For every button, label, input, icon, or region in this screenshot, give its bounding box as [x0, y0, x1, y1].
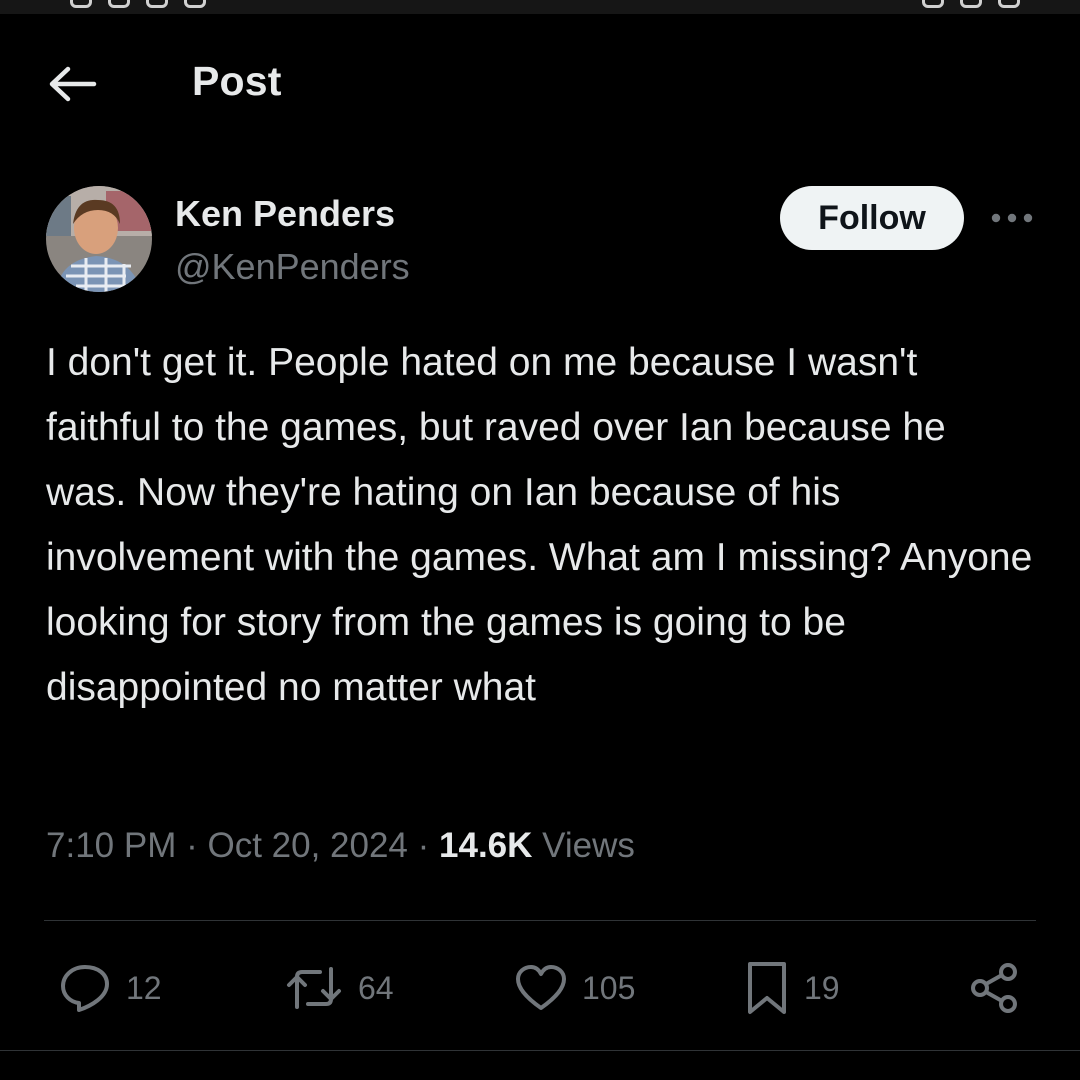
like-count: 105: [582, 969, 636, 1006]
avatar[interactable]: [46, 186, 152, 292]
bookmark-icon: [748, 962, 786, 1014]
reply-count: 12: [126, 969, 162, 1006]
views-label: Views: [542, 826, 635, 865]
repost-icon: [287, 967, 341, 1009]
bookmark-button[interactable]: 19: [744, 960, 840, 1016]
share-button[interactable]: [968, 960, 1022, 1016]
notification-icon: [108, 0, 130, 8]
divider: [44, 920, 1036, 921]
bookmark-count: 19: [804, 969, 840, 1006]
signal-icon: [922, 0, 944, 8]
share-icon: [971, 963, 1017, 1013]
post-meta: 7:10 PM · Oct 20, 2024 · 14.6K Views: [46, 826, 635, 866]
author-handle[interactable]: @KenPenders: [175, 246, 410, 288]
post-time: 7:10 PM: [46, 826, 177, 865]
post-header: Post: [0, 40, 1080, 130]
like-button[interactable]: 105: [514, 960, 635, 1016]
divider: [0, 1050, 1080, 1051]
notification-icon: [146, 0, 168, 8]
status-bar-right-icons: [922, 0, 1020, 8]
more-horizontal-icon: [991, 213, 1033, 223]
reply-button[interactable]: 12: [58, 960, 162, 1016]
back-button[interactable]: [44, 60, 98, 108]
page-title: Post: [192, 58, 282, 104]
action-bar: 12 64 105 19: [0, 950, 1080, 1026]
status-bar-left-icons: [70, 0, 206, 8]
heart-icon: [516, 965, 566, 1010]
notification-icon: [184, 0, 206, 8]
notification-icon: [70, 0, 92, 8]
author-row: Ken Penders @KenPenders Follow: [0, 180, 1080, 310]
post-text: I don't get it. People hated on me becau…: [46, 341, 1033, 709]
post-date: Oct 20, 2024: [207, 826, 408, 865]
avatar-photo: [46, 186, 152, 292]
status-bar: [0, 0, 1080, 14]
wifi-icon: [960, 0, 982, 8]
follow-button[interactable]: Follow: [780, 186, 964, 250]
meta-separator: ·: [417, 826, 430, 865]
arrow-left-icon: [49, 66, 97, 102]
author-name[interactable]: Ken Penders: [175, 193, 395, 235]
repost-count: 64: [358, 969, 394, 1006]
repost-button[interactable]: 64: [284, 960, 394, 1016]
reply-icon: [61, 965, 109, 1012]
views-count[interactable]: 14.6K: [439, 826, 532, 865]
meta-separator: ·: [186, 826, 198, 865]
more-button[interactable]: [986, 202, 1038, 234]
battery-icon: [998, 0, 1020, 8]
